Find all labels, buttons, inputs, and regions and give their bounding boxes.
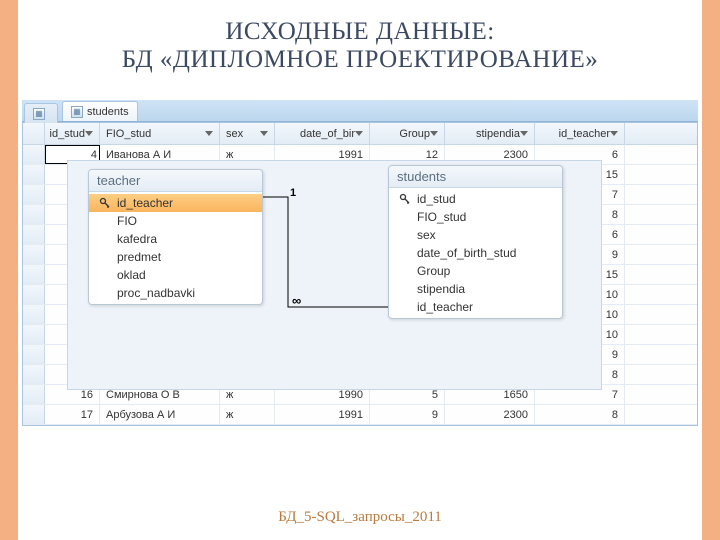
slide-title: ИСХОДНЫЕ ДАННЫЕ: БД «ДИПЛОМНОЕ ПРОЕКТИРО… bbox=[0, 0, 720, 84]
field-item[interactable]: kafedra bbox=[89, 230, 262, 248]
col-header-fio-stud[interactable]: FIO_stud bbox=[100, 123, 220, 144]
field-list: id_stud FIO_stud sex date_of_birth_stud … bbox=[389, 188, 562, 318]
row-selector[interactable] bbox=[23, 265, 45, 284]
row-selector[interactable] bbox=[23, 365, 45, 384]
row-selector[interactable] bbox=[23, 145, 45, 164]
chevron-down-icon bbox=[260, 131, 268, 136]
slide-accent-left bbox=[0, 0, 18, 540]
table-window-title: teacher bbox=[89, 170, 262, 192]
title-line-2: БД «ДИПЛОМНОЕ ПРОЕКТИРОВАНИЕ» bbox=[30, 46, 690, 74]
relationship-line[interactable] bbox=[263, 197, 388, 322]
access-window: ▦ ▦ students id_stud FIO_stud sex date_o… bbox=[22, 100, 698, 490]
row-selector[interactable] bbox=[23, 225, 45, 244]
row-selector[interactable] bbox=[23, 285, 45, 304]
row-selector[interactable] bbox=[23, 185, 45, 204]
field-item[interactable]: predmet bbox=[89, 248, 262, 266]
table-icon: ▦ bbox=[33, 108, 45, 120]
cell-group[interactable]: 9 bbox=[370, 405, 445, 424]
row-selector[interactable] bbox=[23, 165, 45, 184]
col-header-date-of-bir[interactable]: date_of_bir bbox=[275, 123, 370, 144]
select-all-cell[interactable] bbox=[23, 123, 45, 144]
field-item[interactable]: oklad bbox=[89, 266, 262, 284]
cardinality-one: 1 bbox=[290, 187, 296, 199]
field-item[interactable]: date_of_birth_stud bbox=[389, 244, 562, 262]
field-item[interactable]: sex bbox=[389, 226, 562, 244]
cell-id-stud[interactable]: 17 bbox=[45, 405, 100, 424]
chevron-down-icon bbox=[610, 131, 618, 136]
row-selector[interactable] bbox=[23, 325, 45, 344]
col-header-sex[interactable]: sex bbox=[220, 123, 275, 144]
datasheet-header-row: id_stud FIO_stud sex date_of_bir Group s… bbox=[23, 123, 697, 145]
table-window-teacher[interactable]: teacher id_teacher FIO kafedra predmet o… bbox=[88, 169, 263, 305]
chevron-down-icon bbox=[355, 131, 363, 136]
cell-stipendia[interactable]: 2300 bbox=[445, 405, 535, 424]
field-item[interactable]: proc_nadbavki bbox=[89, 284, 262, 302]
tab-students[interactable]: ▦ students bbox=[62, 101, 138, 121]
row-selector[interactable] bbox=[23, 345, 45, 364]
chevron-down-icon bbox=[85, 131, 93, 136]
slide-footer: БД_5-SQL_запросы_2011 bbox=[0, 509, 720, 526]
table-row[interactable]: 17Арбузова А Иж1991923008 bbox=[23, 405, 697, 425]
cell-dob[interactable]: 1991 bbox=[275, 405, 370, 424]
background-tab[interactable]: ▦ bbox=[24, 103, 58, 123]
row-selector[interactable] bbox=[23, 385, 45, 404]
cell-fio[interactable]: Арбузова А И bbox=[100, 405, 220, 424]
table-window-title: students bbox=[389, 166, 562, 188]
field-pk-id-teacher[interactable]: id_teacher bbox=[89, 194, 262, 212]
field-item[interactable]: stipendia bbox=[389, 280, 562, 298]
field-item[interactable]: FIO_stud bbox=[389, 208, 562, 226]
title-line-1: ИСХОДНЫЕ ДАННЫЕ: bbox=[30, 18, 690, 46]
slide-accent-right bbox=[702, 0, 720, 540]
field-item[interactable]: id_teacher bbox=[389, 298, 562, 316]
field-item[interactable]: FIO bbox=[89, 212, 262, 230]
col-header-id-stud[interactable]: id_stud bbox=[45, 123, 100, 144]
cardinality-many: ∞ bbox=[292, 293, 301, 308]
row-selector[interactable] bbox=[23, 205, 45, 224]
row-selector[interactable] bbox=[23, 245, 45, 264]
tab-label: students bbox=[87, 106, 129, 118]
row-selector[interactable] bbox=[23, 305, 45, 324]
relationships-panel[interactable]: teacher id_teacher FIO kafedra predmet o… bbox=[67, 160, 602, 390]
chevron-down-icon bbox=[205, 131, 213, 136]
cell-id-teacher[interactable]: 8 bbox=[535, 405, 625, 424]
field-pk-id-stud[interactable]: id_stud bbox=[389, 190, 562, 208]
field-list: id_teacher FIO kafedra predmet oklad pro… bbox=[89, 192, 262, 304]
col-header-group[interactable]: Group bbox=[370, 123, 445, 144]
key-icon bbox=[99, 197, 111, 209]
key-icon bbox=[399, 193, 411, 205]
row-selector[interactable] bbox=[23, 405, 45, 424]
col-header-id-teacher[interactable]: id_teacher bbox=[535, 123, 625, 144]
chevron-down-icon bbox=[430, 131, 438, 136]
tab-bar: ▦ ▦ students bbox=[22, 100, 698, 122]
col-header-stipendia[interactable]: stipendia bbox=[445, 123, 535, 144]
cell-sex[interactable]: ж bbox=[220, 405, 275, 424]
table-icon: ▦ bbox=[71, 106, 83, 118]
table-window-students[interactable]: students id_stud FIO_stud sex date_of_bi… bbox=[388, 165, 563, 319]
chevron-down-icon bbox=[520, 131, 528, 136]
field-item[interactable]: Group bbox=[389, 262, 562, 280]
